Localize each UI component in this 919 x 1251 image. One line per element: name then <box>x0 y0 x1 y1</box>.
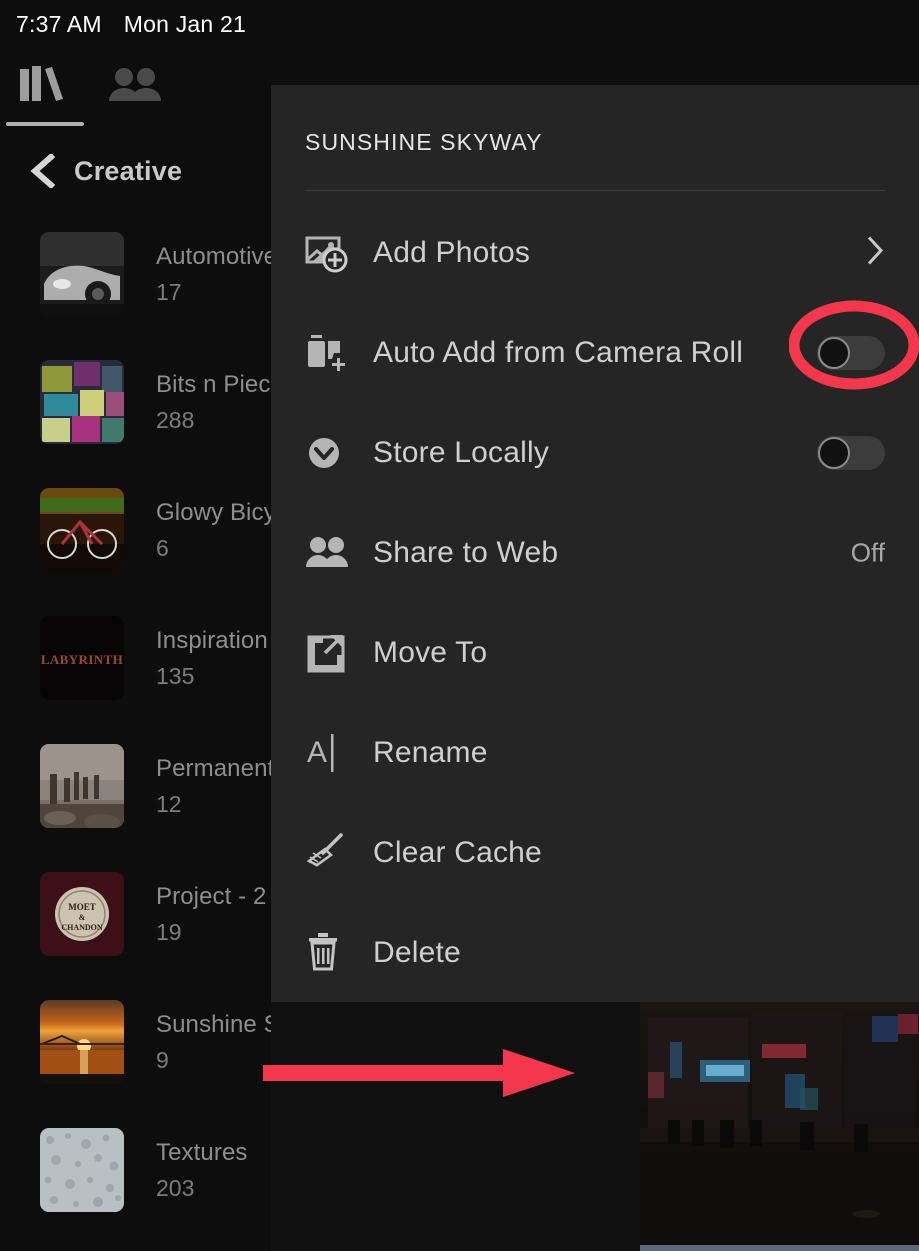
people-icon <box>305 531 353 575</box>
library-icon <box>18 65 72 110</box>
menu-item-accessory <box>817 336 885 370</box>
menu-item-accessory <box>865 235 885 272</box>
menu-item-label: Move To <box>373 636 488 669</box>
album-name: Permanent <box>156 754 271 782</box>
album-thumbnail <box>40 488 124 572</box>
album-name: Textures <box>156 1138 248 1166</box>
menu-item-label: Auto Add from Camera Roll <box>373 336 744 369</box>
list-item[interactable]: Sunshine Skyway 9 <box>0 978 271 1106</box>
menu-item-label: Rename <box>373 736 488 769</box>
download-circle-icon <box>305 431 353 475</box>
menu-item-accessory: Off <box>851 538 885 569</box>
menu-title: SUNSHINE SKYWAY <box>305 129 543 155</box>
menu-item-label: Store Locally <box>373 436 550 469</box>
album-thumbnail: MOET & CHANDON <box>40 872 124 956</box>
broom-icon <box>305 831 353 875</box>
menu-item-clear-cache[interactable]: Clear Cache <box>271 803 919 903</box>
menu-item-label: Add Photos <box>373 236 531 269</box>
menu-item-add-photos[interactable]: Add Photos <box>271 203 919 303</box>
menu-item-auto-add-camera-roll[interactable]: Auto Add from Camera Roll <box>271 303 919 403</box>
svg-text:A: A <box>307 736 327 769</box>
list-item[interactable]: Glowy Bicycle 6 <box>0 466 271 594</box>
tab-bar <box>0 55 271 130</box>
menu-item-list: Add Photos Auto Add from Camera Roll Sto… <box>271 203 919 1003</box>
album-name: Project - 2 <box>156 882 267 910</box>
menu-item-store-locally[interactable]: Store Locally <box>271 403 919 503</box>
svg-text:CHANDON: CHANDON <box>61 923 103 932</box>
people-icon <box>106 67 164 108</box>
list-item[interactable]: LABYRINTH Inspiration 135 <box>0 594 271 722</box>
album-context-menu: SUNSHINE SKYWAY Add Photos Auto Add from… <box>271 85 919 1002</box>
toggle-knob <box>818 437 850 469</box>
album-count: 9 <box>156 1046 169 1073</box>
menu-item-delete[interactable]: Delete <box>271 903 919 1003</box>
camera-roll-add-icon <box>305 331 353 375</box>
album-name: Bits n Pieces <box>156 370 271 398</box>
svg-text:MOET: MOET <box>68 902 96 912</box>
filmstrip-scroll-indicator[interactable] <box>640 1245 919 1251</box>
svg-text:LABYRINTH: LABYRINTH <box>41 652 123 667</box>
status-date: Mon Jan 21 <box>123 10 246 37</box>
album-sidebar: Creative Automotive 17 Bits n Piec 288 G… <box>0 132 271 1251</box>
album-name: Automotive <box>156 242 271 270</box>
album-thumbnail: LABYRINTH <box>40 616 124 700</box>
album-name: Inspiration <box>156 626 268 654</box>
menu-item-rename[interactable]: A Rename <box>271 703 919 803</box>
album-thumbnail <box>40 1128 124 1212</box>
album-thumbnail <box>40 360 124 444</box>
album-count: 288 <box>156 406 195 433</box>
toggle-knob <box>818 337 850 369</box>
move-to-icon <box>305 631 353 675</box>
album-name: Sunshine Skyway <box>156 1010 271 1038</box>
share-to-web-value: Off <box>850 537 885 568</box>
add-photos-icon <box>305 231 353 275</box>
menu-item-label: Clear Cache <box>373 836 542 869</box>
menu-item-label: Share to Web <box>373 536 559 569</box>
album-count: 12 <box>156 790 182 817</box>
list-item[interactable]: Bits n Pieces 288 <box>0 338 271 466</box>
menu-item-label: Delete <box>373 936 461 969</box>
album-thumbnail <box>40 744 124 828</box>
album-thumbnail <box>40 232 124 316</box>
album-count: 135 <box>156 662 195 689</box>
album-count: 17 <box>156 278 182 305</box>
album-thumbnail <box>40 1000 124 1084</box>
auto-add-toggle[interactable] <box>817 336 885 370</box>
svg-text:&: & <box>79 913 86 922</box>
list-item[interactable]: MOET & CHANDON Project - 2 19 <box>0 850 271 978</box>
album-count: 19 <box>156 918 182 945</box>
rename-cursor-icon: A <box>305 731 353 775</box>
trash-icon <box>305 931 353 975</box>
list-item[interactable]: Permanent 12 <box>0 722 271 850</box>
album-name: Glowy Bicycle <box>156 498 271 526</box>
tab-active-indicator <box>6 122 84 126</box>
status-clock: 7:37 AM <box>16 10 102 37</box>
chevron-right-icon <box>865 235 885 272</box>
menu-item-move-to[interactable]: Move To <box>271 603 919 703</box>
album-count: 6 <box>156 534 169 561</box>
album-count: 203 <box>156 1174 195 1201</box>
list-item[interactable]: Automotive 17 <box>0 210 271 338</box>
app-root: 7:37 AM Mon Jan 21 Creative Automotive 1… <box>0 0 919 1251</box>
album-list: Automotive 17 Bits n Piec 288 Glowy Bicy… <box>0 210 271 1234</box>
menu-item-accessory <box>817 436 885 470</box>
back-chevron-icon[interactable] <box>30 152 56 190</box>
photo-thumbnail-night-street[interactable] <box>640 1002 919 1251</box>
status-bar: 7:37 AM Mon Jan 21 <box>0 0 919 48</box>
menu-divider <box>305 190 885 191</box>
store-locally-toggle[interactable] <box>817 436 885 470</box>
sidebar-header: Creative <box>0 132 271 210</box>
tab-library[interactable] <box>4 61 86 113</box>
tab-people[interactable] <box>94 61 176 113</box>
page-title: Creative <box>74 155 183 186</box>
menu-item-share-to-web[interactable]: Share to Web Off <box>271 503 919 603</box>
list-item[interactable]: Textures 203 <box>0 1106 271 1234</box>
